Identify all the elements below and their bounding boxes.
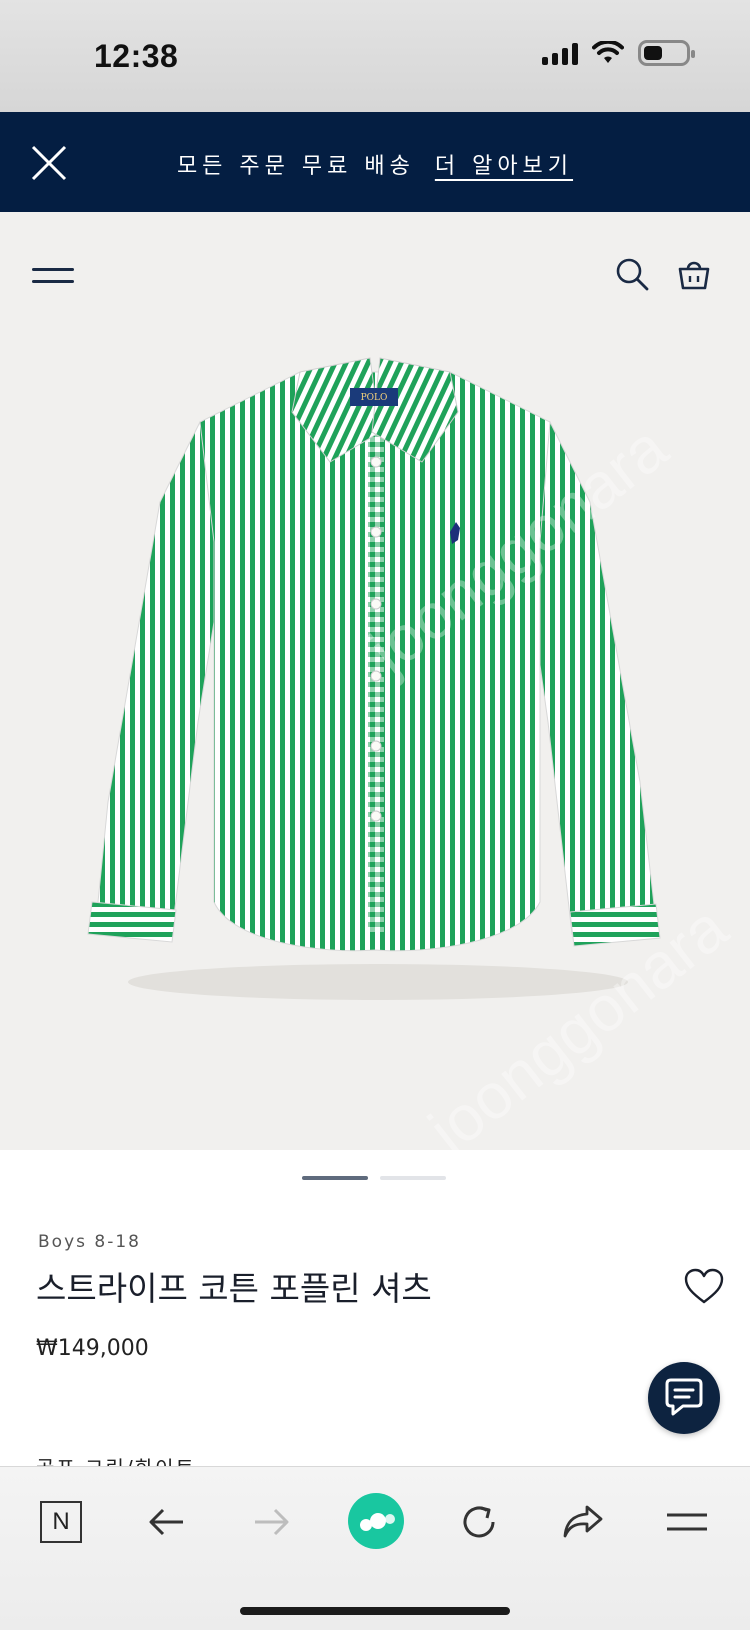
wifi-icon [592, 41, 624, 63]
product-title: 스트라이프 코튼 포플린 셔츠 [36, 1269, 432, 1308]
naver-n-icon: N [40, 1501, 82, 1543]
browser-app-logo-icon [348, 1493, 404, 1549]
back-button[interactable] [142, 1497, 192, 1547]
chat-icon [665, 1378, 703, 1416]
refresh-button[interactable] [454, 1497, 504, 1547]
product-image[interactable]: POLO joonggonara joonggonara [0, 342, 750, 1150]
promo-text: 모든 주문 무료 배송 [176, 154, 415, 179]
product-price: ₩149,000 [36, 1336, 149, 1361]
promo-banner: 모든 주문 무료 배송 더 알아보기 [0, 112, 750, 212]
carousel-dot-active[interactable] [302, 1176, 368, 1180]
naver-n-button[interactable]: N [36, 1497, 86, 1547]
promo-message: 모든 주문 무료 배송 더 알아보기 [0, 148, 750, 180]
refresh-icon [463, 1506, 495, 1538]
app-home-button[interactable] [346, 1491, 406, 1551]
status-bar: 12:38 [0, 0, 750, 112]
shirt-illustration: POLO [87, 357, 661, 1000]
share-icon [563, 1505, 603, 1538]
image-carousel-indicator [0, 1150, 750, 1210]
share-button[interactable] [558, 1497, 608, 1547]
battery-icon [638, 40, 695, 66]
product-page: 12:38 모든 주문 무료 배송 더 알아보기 POLO joonggonar… [0, 0, 750, 1630]
status-icons [542, 40, 695, 66]
browser-toolbar: N [0, 1466, 750, 1630]
learn-more-link[interactable]: 더 알아보기 [435, 154, 573, 179]
search-icon[interactable] [614, 256, 650, 292]
more-menu-button[interactable] [662, 1497, 712, 1547]
status-time: 12:38 [94, 38, 179, 74]
brand-logo-label: POLO [361, 393, 388, 403]
hamburger-menu-icon[interactable] [32, 260, 76, 290]
site-header [0, 212, 750, 342]
carousel-dot[interactable] [380, 1176, 446, 1180]
chat-button[interactable] [648, 1362, 720, 1434]
home-indicator [240, 1607, 510, 1615]
cellular-signal-icon [542, 41, 578, 65]
shopping-bag-icon[interactable] [676, 256, 712, 292]
forward-arrow-icon [255, 1508, 289, 1536]
more-menu-icon [667, 1513, 707, 1531]
back-arrow-icon [149, 1508, 183, 1536]
forward-button[interactable] [246, 1497, 296, 1547]
heart-icon[interactable] [684, 1268, 724, 1306]
product-category: Boys 8-18 [38, 1232, 141, 1252]
